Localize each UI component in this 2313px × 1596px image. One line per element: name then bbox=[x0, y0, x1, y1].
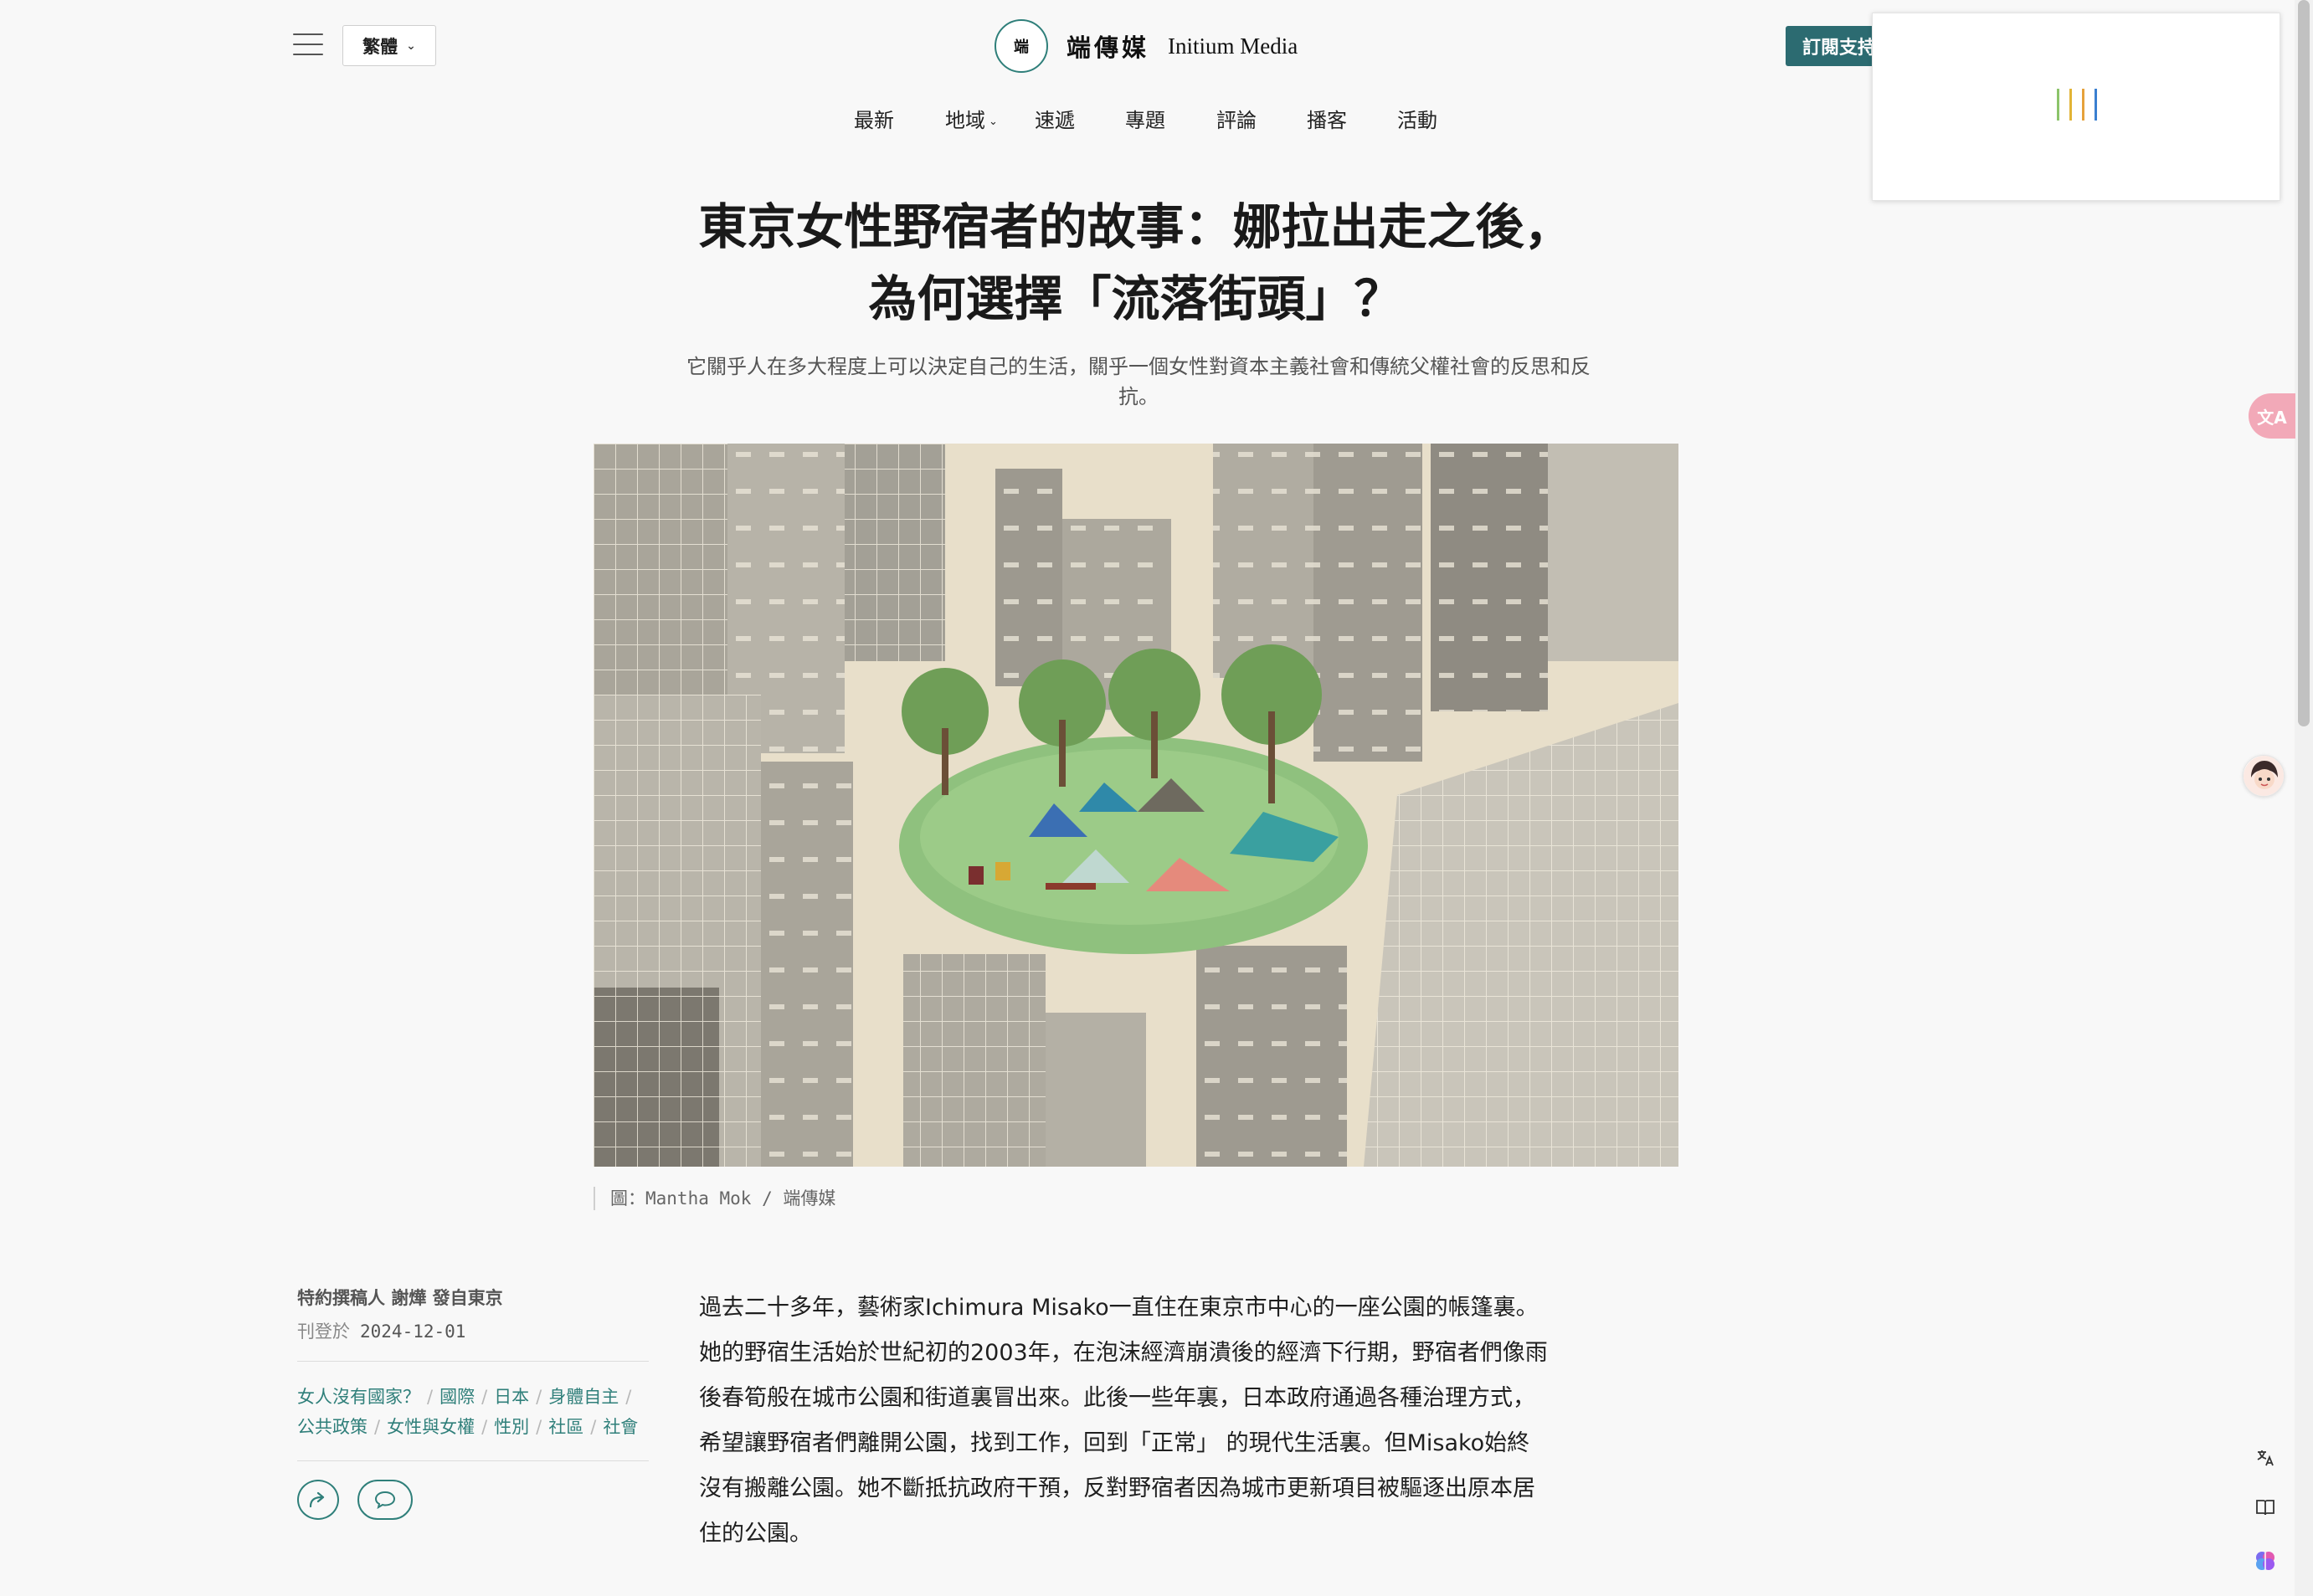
comment-button[interactable] bbox=[357, 1480, 413, 1520]
main-nav: 最新 地域 ⌄ 速遞 專題 評論 播客 活動 bbox=[0, 104, 2313, 134]
scrollbar-thumb[interactable] bbox=[2298, 0, 2310, 726]
tag-link[interactable]: 社區 bbox=[548, 1417, 583, 1437]
article-body: 過去二十多年，藝術家Ichimura Misako一直住在東京市中心的一座公園的… bbox=[699, 1286, 1561, 1557]
nav-opinion[interactable]: 評論 bbox=[1216, 104, 1257, 133]
paragraph-line: 過去二十多年，藝術家Ichimura Misako一直住在東京市中心的一座公園的… bbox=[699, 1295, 1539, 1321]
tag-link[interactable]: 日本 bbox=[494, 1387, 529, 1407]
hero-illustration bbox=[594, 444, 1678, 1167]
nav-express[interactable]: 速遞 bbox=[1035, 104, 1075, 133]
nav-latest[interactable]: 最新 bbox=[854, 104, 894, 133]
image-credit: 圖：Mantha Mok / 端傳媒 bbox=[594, 1187, 835, 1210]
publish-date: 刊登於 2024-12-01 bbox=[297, 1321, 466, 1342]
nav-region[interactable]: 地域 ⌄ bbox=[945, 104, 998, 133]
tag-link[interactable]: 性別 bbox=[494, 1417, 529, 1437]
brand-logo-icon: 端 bbox=[995, 19, 1048, 73]
paragraph-line: 她的野宿生活始於世紀初的2003年，在泡沫經濟崩潰後的經濟下行期，野宿者們像雨 bbox=[699, 1340, 1548, 1366]
tag-link[interactable]: 身體自主 bbox=[548, 1387, 619, 1407]
brand-name-cn: 端傳媒 bbox=[1067, 33, 1150, 62]
brand-name-en: Initium Media bbox=[1168, 33, 1298, 59]
translate-page-icon[interactable] bbox=[2249, 1441, 2282, 1475]
tag-link[interactable]: 國際 bbox=[439, 1387, 475, 1407]
share-icon bbox=[309, 1491, 325, 1508]
article-meta: 特約撰稿人 謝燁 發自東京 刊登於 2024-12-01 女人沒有國家？ / 國際 / 日… bbox=[297, 1286, 649, 1520]
paragraph-line: 住的公園。 bbox=[699, 1521, 812, 1547]
translate-button[interactable]: 文A bbox=[2249, 393, 2295, 439]
brand-logo-link[interactable]: 端 端傳媒 Initium Media bbox=[995, 18, 1298, 74]
tag-link[interactable]: 女人沒有國家？ bbox=[297, 1387, 420, 1407]
chevron-down-icon: ⌄ bbox=[989, 115, 998, 128]
share-button[interactable] bbox=[297, 1480, 339, 1520]
paragraph-line: 希望讓野宿者們離開公園，找到工作，回到「正常」 的現代生活裏。但Misako始終 bbox=[699, 1430, 1530, 1456]
tag-link[interactable]: 社會 bbox=[603, 1417, 638, 1437]
comment-icon bbox=[374, 1491, 396, 1509]
nav-events[interactable]: 活動 bbox=[1397, 104, 1437, 133]
byline: 特約撰稿人 謝燁 發自東京 bbox=[297, 1288, 503, 1308]
tag-list: 女人沒有國家？ / 國際 / 日本 / 身體自主 / 公共政策 / 女性與女權 / 性別 / 社區 / 社會 bbox=[297, 1387, 639, 1437]
tag-link[interactable]: 公共政策 bbox=[297, 1417, 368, 1437]
nav-podcast[interactable]: 播客 bbox=[1307, 104, 1347, 133]
article-title: 東京女性野宿者的故事：娜拉出走之後， 為何選擇「流落街頭」？ bbox=[698, 198, 1573, 327]
reader-mode-icon[interactable] bbox=[2249, 1491, 2282, 1524]
tag-link[interactable]: 女性與女權 bbox=[387, 1417, 475, 1437]
language-select-label: 繁體 bbox=[362, 36, 398, 57]
article-subtitle: 它關乎人在多大程度上可以決定自己的生活，關乎一個女性對資本主義社會和傳統父權社會… bbox=[686, 355, 1591, 408]
avatar-icon bbox=[2244, 756, 2284, 796]
assistant-avatar[interactable] bbox=[2243, 755, 2285, 797]
chevron-down-icon: ⌄ bbox=[406, 38, 416, 53]
menu-icon[interactable] bbox=[293, 33, 323, 55]
nav-features[interactable]: 專題 bbox=[1125, 104, 1165, 133]
ai-brain-icon[interactable] bbox=[2249, 1544, 2282, 1578]
language-select[interactable]: 繁體 ⌄ bbox=[342, 25, 436, 66]
paragraph-line: 沒有搬離公園。她不斷抵抗政府干預，反對野宿者因為城市更新項目被驅逐出原本居 bbox=[699, 1475, 1535, 1501]
paragraph-line: 後春筍般在城市公園和街道裏冒出來。此後一些年裏，日本政府通過各種治理方式， bbox=[699, 1385, 1535, 1411]
